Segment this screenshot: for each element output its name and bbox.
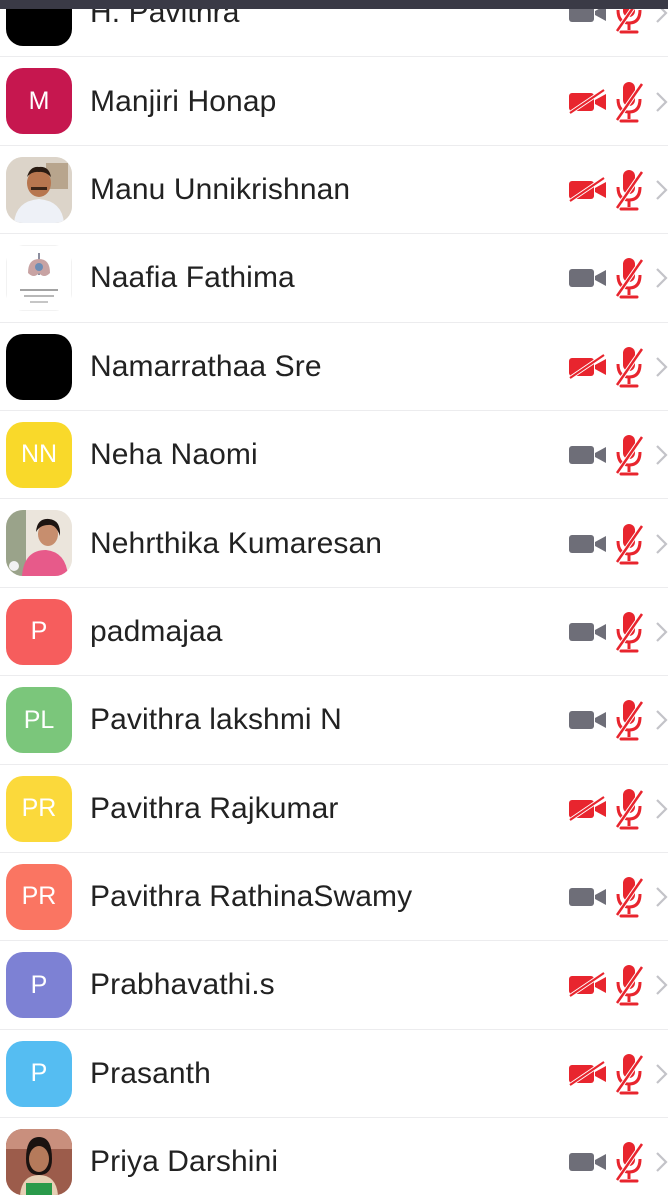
mic-muted-icon <box>614 1052 644 1096</box>
avatar-initials: M <box>28 86 50 115</box>
participant-row[interactable]: PR Pavithra RathinaSwamy <box>0 852 668 942</box>
chevron-right-icon[interactable] <box>655 532 668 556</box>
participant-row[interactable]: PL Pavithra lakshmi N <box>0 676 668 765</box>
video-camera-icon <box>568 265 608 291</box>
video-camera-icon <box>568 884 608 910</box>
video-off-icon <box>568 795 608 822</box>
man-photo-avatar <box>6 156 72 223</box>
participant-name: Nehrthika Kumaresan <box>90 526 383 560</box>
status-bar-edge <box>0 0 668 9</box>
participant-name: Pavithra lakshmi N <box>90 703 342 737</box>
avatar-initials: PL <box>23 705 55 734</box>
mic-muted-icon <box>614 433 644 477</box>
chevron-right-icon[interactable] <box>655 885 668 909</box>
participant-name: Priya Darshini <box>90 1145 279 1179</box>
participant-name: Naafia Fathima <box>90 261 295 295</box>
mic-muted-icon <box>614 345 644 389</box>
participant-row[interactable]: P Prasanth <box>0 1029 668 1119</box>
avatar-initials: P <box>30 970 48 999</box>
chevron-right-icon[interactable] <box>655 620 668 644</box>
video-off-icon <box>568 353 608 380</box>
avatar-initials: NN <box>20 440 58 469</box>
mic-muted-icon <box>614 80 644 124</box>
video-camera-icon <box>568 1149 608 1175</box>
participant-row[interactable]: Naafia Fathima <box>0 234 668 323</box>
video-camera-icon <box>568 442 608 468</box>
participant-row[interactable]: Nehrthika Kumaresan <box>0 499 668 589</box>
chevron-right-icon[interactable] <box>655 708 668 732</box>
video-off-icon <box>568 1060 608 1087</box>
mic-muted-icon <box>614 875 644 919</box>
chevron-right-icon[interactable] <box>655 1062 668 1086</box>
participant-name: Prasanth <box>90 1056 211 1090</box>
mic-muted-icon <box>614 522 644 566</box>
chevron-right-icon[interactable] <box>655 973 668 997</box>
initials-avatar: P <box>6 598 72 665</box>
participant-row[interactable]: NN Neha Naomi <box>0 410 668 500</box>
mic-muted-icon <box>614 787 644 831</box>
black-avatar <box>6 333 72 400</box>
participant-row[interactable]: Priya Darshini <box>0 1118 668 1195</box>
mic-muted-icon <box>614 963 644 1007</box>
chevron-right-icon[interactable] <box>655 90 668 114</box>
participant-name: Manjiri Honap <box>90 84 277 118</box>
chevron-right-icon[interactable] <box>655 797 668 821</box>
participant-list: H. Pavithra M Manjiri Honap Manu Unnikrishn… <box>0 0 668 1195</box>
video-off-icon <box>568 176 608 203</box>
initials-avatar: PR <box>6 863 72 930</box>
chevron-right-icon[interactable] <box>655 355 668 379</box>
mic-muted-icon <box>614 256 644 300</box>
initials-avatar: PL <box>6 687 72 754</box>
woman-photo-avatar <box>6 510 72 577</box>
participant-name: padmajaa <box>90 614 223 648</box>
video-off-icon <box>568 87 608 115</box>
chevron-right-icon[interactable] <box>655 1150 668 1174</box>
participant-name: Pavithra Rajkumar <box>90 791 339 825</box>
participant-name: Manu Unnikrishnan <box>90 172 351 206</box>
logo-avatar <box>6 245 72 312</box>
chevron-right-icon[interactable] <box>655 443 668 467</box>
participant-row[interactable]: Ppadmajaa <box>0 587 668 677</box>
participant-row[interactable]: PR Pavithra Rajkumar <box>0 764 668 854</box>
girl-photo-avatar <box>6 1129 72 1195</box>
mic-muted-icon <box>614 698 644 742</box>
participant-row[interactable]: M Manjiri Honap <box>0 57 668 147</box>
participant-name: Neha Naomi <box>90 438 258 472</box>
avatar-initials: P <box>30 1059 48 1088</box>
initials-avatar: P <box>6 1040 72 1107</box>
initials-avatar: NN <box>6 421 72 488</box>
mic-muted-icon <box>614 1140 644 1184</box>
initials-avatar: M <box>6 68 72 135</box>
video-camera-icon <box>568 531 608 557</box>
participant-row[interactable]: Manu Unnikrishnan <box>0 145 668 235</box>
chevron-right-icon[interactable] <box>655 178 668 202</box>
avatar-initials: P <box>30 617 48 646</box>
participant-name: Namarrathaa Sre <box>90 349 322 383</box>
chevron-right-icon[interactable] <box>655 266 668 290</box>
participant-name: Prabhavathi.s <box>90 968 275 1002</box>
mic-muted-icon <box>614 610 644 654</box>
video-camera-icon <box>568 619 608 645</box>
participant-name: Pavithra RathinaSwamy <box>90 880 413 914</box>
initials-avatar: PR <box>6 775 72 842</box>
video-off-icon <box>568 971 608 999</box>
participant-row[interactable]: P Prabhavathi.s <box>0 941 668 1031</box>
initials-avatar: P <box>6 952 72 1019</box>
video-camera-icon <box>568 707 608 733</box>
avatar-initials: PR <box>21 794 57 823</box>
participant-row[interactable]: Namarrathaa Sre <box>0 322 668 412</box>
mic-muted-icon <box>614 168 644 212</box>
avatar-initials: PR <box>21 882 57 911</box>
